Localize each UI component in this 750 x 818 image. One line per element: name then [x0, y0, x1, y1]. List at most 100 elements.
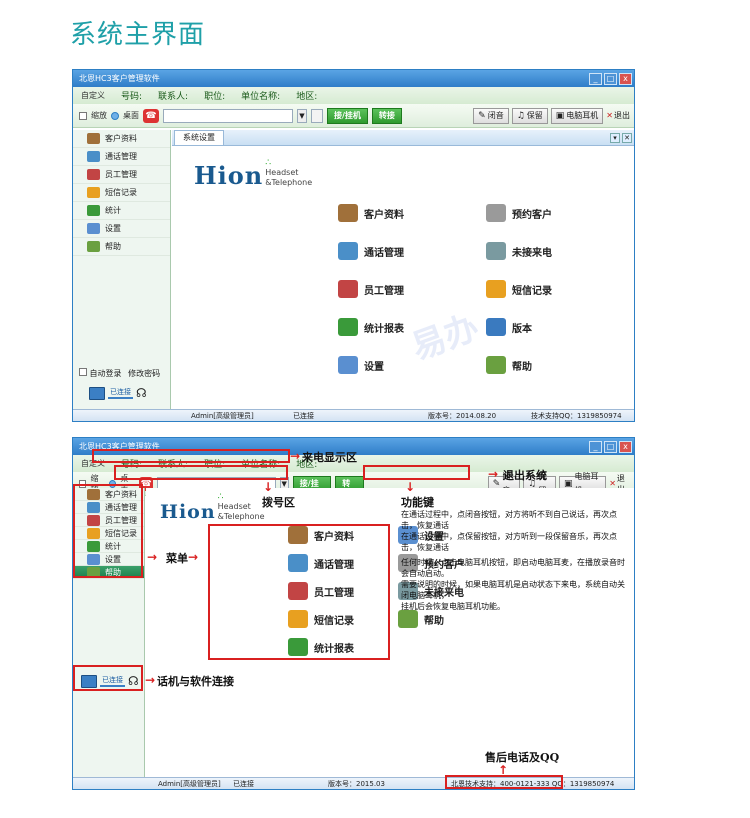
- feature-label: 帮助: [424, 615, 444, 627]
- maximize-button[interactable]: □: [604, 72, 617, 85]
- support-highlight: [445, 775, 563, 789]
- staff-icon: [87, 169, 100, 180]
- feature-label: 统计报表: [364, 323, 404, 335]
- maximize-button[interactable]: □: [604, 440, 617, 453]
- exit-button[interactable]: ✕退出: [606, 110, 630, 121]
- title-bar: 北恩HC3客户管理软件 _ □ x: [73, 70, 634, 87]
- feature-tile[interactable]: 统计报表: [338, 318, 404, 336]
- features-highlight: [208, 524, 390, 660]
- transfer-button[interactable]: 转接: [371, 107, 402, 124]
- sidebar-item-label: 设置: [105, 224, 121, 233]
- mute-label: 闭音: [487, 110, 504, 120]
- help-icon: [87, 241, 100, 252]
- close-button[interactable]: x: [619, 440, 632, 453]
- feature-tile[interactable]: 帮助: [486, 356, 532, 374]
- feature-tile[interactable]: 员工管理: [338, 280, 404, 298]
- hold-button[interactable]: ♫保留: [511, 107, 548, 124]
- status-support: 技术支持QQ：1319850974: [531, 412, 622, 420]
- help-icon: [398, 610, 418, 628]
- status-user: Admin[高级管理员]: [191, 412, 254, 420]
- keypad-icon[interactable]: [311, 108, 323, 123]
- status-version: 版本号：2014.08.20: [428, 412, 497, 420]
- feature-tile[interactable]: 帮助: [398, 610, 444, 628]
- logo-dots-icon: ∴: [217, 492, 224, 502]
- arrow-right-icon: →: [188, 550, 199, 564]
- feature-tile[interactable]: 设置: [338, 356, 384, 374]
- tab-dropdown-icon[interactable]: ▾: [610, 132, 620, 143]
- field-number: 号码:: [121, 92, 143, 102]
- annotation-menu: 菜单: [166, 552, 188, 565]
- sidebar-item-label: 帮助: [105, 242, 121, 251]
- call-manager-icon: [87, 151, 100, 162]
- main-content: 系统设置 ▾ ✕ Hion ∴ Headset &Telephone 客户资料 预约…: [172, 130, 634, 409]
- feature-label: 通话管理: [364, 247, 404, 259]
- shrink-checkbox[interactable]: [79, 111, 87, 120]
- connection-status: 已连接 ☊: [89, 386, 147, 400]
- page-title: 系统主界面: [70, 20, 206, 50]
- sidebar-item[interactable]: 通话管理: [73, 148, 170, 166]
- desc-line: 任何时候，点击电脑耳机按钮，即启动电脑耳麦，在播放录音时会自动启动。: [401, 558, 625, 578]
- custom-label[interactable]: 自定义: [81, 90, 105, 101]
- phone-link-highlight: [73, 665, 143, 691]
- logo-mark: Hion: [160, 501, 216, 523]
- answer-hangup-button[interactable]: 接/挂机: [327, 107, 368, 124]
- feature-label: 客户资料: [364, 209, 404, 221]
- logo-mark: Hion: [194, 161, 264, 190]
- missed-call-icon: [486, 242, 506, 260]
- tab-close-icon[interactable]: ✕: [622, 132, 632, 143]
- feature-tile[interactable]: 客户资料: [338, 204, 404, 222]
- desktop-label: 桌面: [123, 111, 139, 120]
- sidebar-item-label: 通话管理: [105, 152, 137, 161]
- minimize-button[interactable]: _: [589, 72, 602, 85]
- sidebar-item[interactable]: 员工管理: [73, 166, 170, 184]
- sidebar-item[interactable]: 帮助: [73, 238, 170, 256]
- status-connection: 已连接: [293, 412, 314, 420]
- computer-icon: [89, 386, 105, 400]
- tab-system-settings[interactable]: 系统设置: [174, 130, 224, 145]
- logo-sub-telephone: &Telephone: [217, 512, 265, 521]
- sidebar-item[interactable]: 设置: [73, 220, 170, 238]
- logo-sub-telephone: &Telephone: [265, 178, 313, 187]
- feature-tile[interactable]: 预约客户: [486, 204, 552, 222]
- minimize-button[interactable]: _: [589, 440, 602, 453]
- sidebar-item[interactable]: 统计: [73, 202, 170, 220]
- feature-tile[interactable]: 未接来电: [486, 242, 552, 260]
- computer-icon: ▣: [555, 110, 565, 121]
- feature-tile[interactable]: 短信记录: [486, 280, 552, 298]
- envelope-icon: [87, 187, 100, 198]
- dial-area-highlight: [114, 465, 288, 480]
- feature-tile[interactable]: 通话管理: [338, 242, 404, 260]
- phone-icon[interactable]: ☎: [143, 108, 159, 123]
- arrow-down-icon: ↓: [405, 480, 416, 494]
- bar-chart-icon: [87, 205, 100, 216]
- feature-tile[interactable]: 版本: [486, 318, 532, 336]
- arrow-down-icon: ↓: [263, 480, 274, 494]
- arrow-right-icon: →: [290, 449, 301, 463]
- change-password-link[interactable]: 修改密码: [128, 369, 160, 378]
- sidebar-item[interactable]: 短信记录: [73, 184, 170, 202]
- alarm-clock-icon: [486, 204, 506, 222]
- close-button[interactable]: x: [619, 72, 632, 85]
- status-connection: 已连接: [233, 780, 254, 788]
- annotation-after-sales: 售后电话及QQ: [485, 751, 560, 764]
- dial-dropdown[interactable]: ▼: [297, 108, 307, 123]
- sidebar-item[interactable]: 客户资料: [73, 130, 170, 148]
- annotation-phone-link: 话机与软件连接: [157, 675, 234, 688]
- pc-headset-button[interactable]: ▣电脑耳机: [550, 107, 604, 124]
- dial-input[interactable]: [163, 108, 293, 123]
- exit-icon: ✕: [606, 111, 613, 120]
- mute-button[interactable]: ✎闭音: [473, 107, 509, 124]
- field-contact: 联系人:: [158, 92, 189, 102]
- status-bar: Admin[高级管理员] 已连接 版本号：2014.08.20 技术支持QQ：1…: [73, 409, 634, 421]
- arrow-right-icon: →: [147, 550, 158, 564]
- exit-icon: ✕: [609, 479, 616, 488]
- envelope-icon: [486, 280, 506, 298]
- logo-dots-icon: ∴: [265, 158, 271, 168]
- annotation-exit-system: 退出系统: [503, 469, 547, 482]
- desktop-radio[interactable]: [111, 111, 119, 120]
- auto-login-checkbox[interactable]: [79, 368, 87, 376]
- call-manager-icon: [338, 242, 358, 260]
- feature-label: 短信记录: [512, 285, 552, 297]
- window-title: 北恩HC3客户管理软件: [79, 74, 160, 83]
- field-company: 单位名称:: [241, 92, 281, 102]
